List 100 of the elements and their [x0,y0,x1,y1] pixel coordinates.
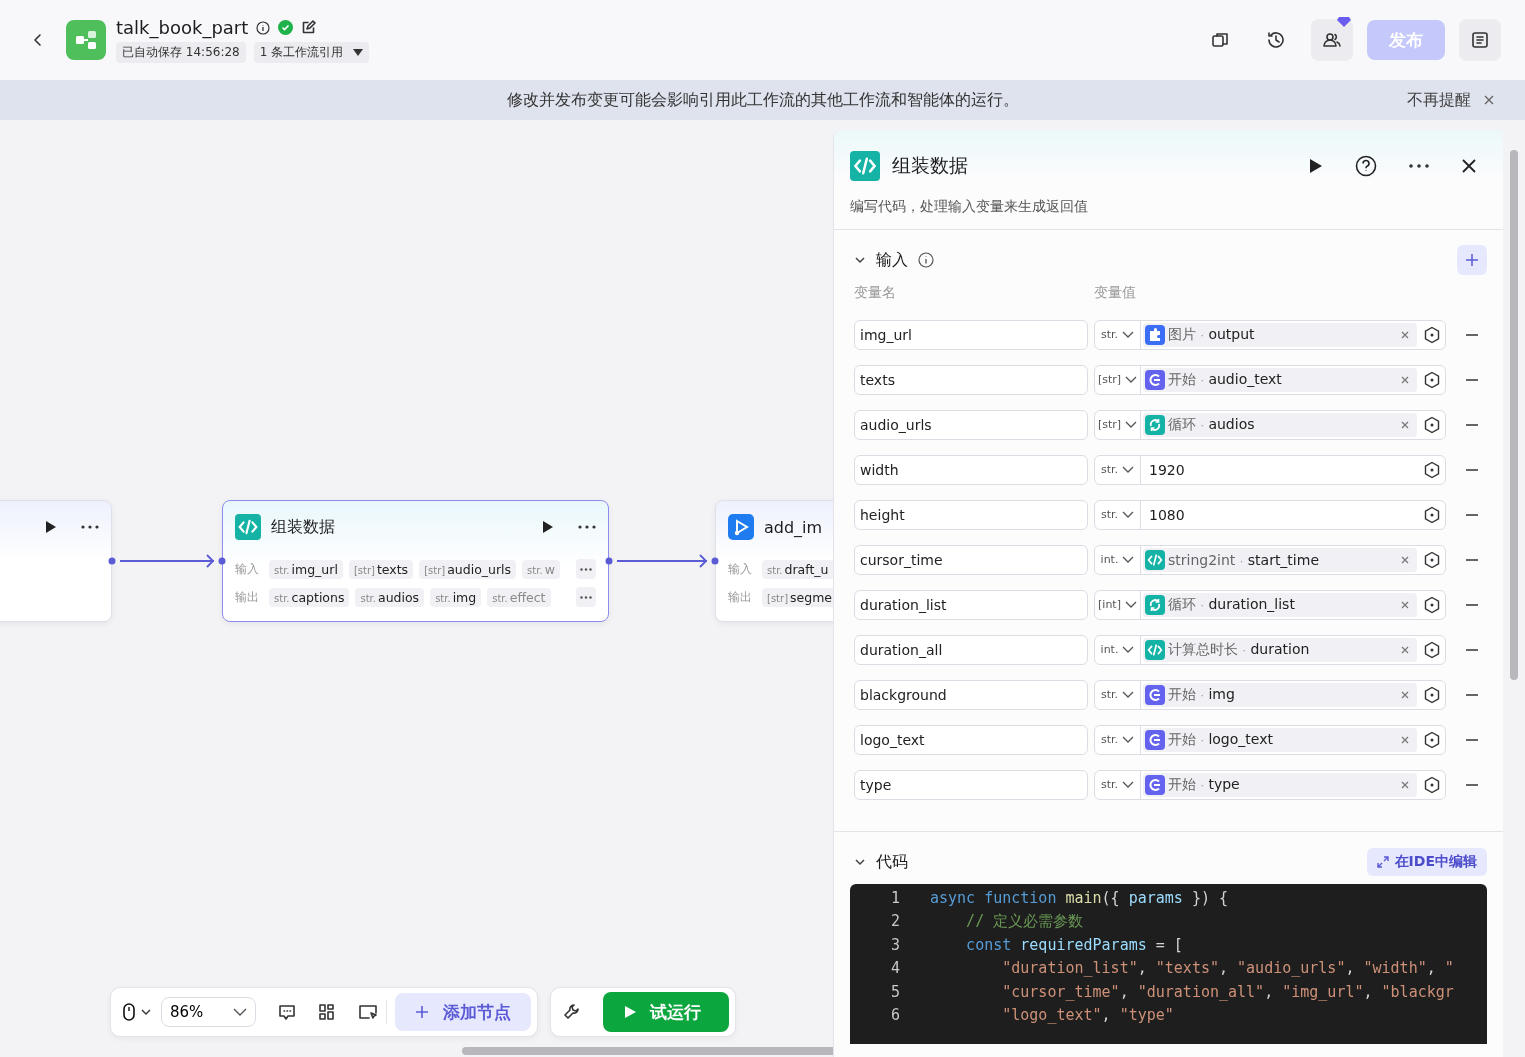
variable-icon[interactable] [1423,325,1441,344]
panel-icon[interactable] [1471,31,1489,49]
reference-chip[interactable]: 计算总时长 · duration [1143,637,1417,662]
name-field[interactable]: texts [854,364,1088,395]
name-field[interactable]: duration_all [854,634,1088,665]
variable-icon[interactable] [1423,415,1441,434]
clear-icon[interactable] [1401,600,1409,609]
value-field[interactable]: str. 图片 · output [1094,319,1446,350]
variable-icon[interactable] [1423,730,1441,749]
value-field[interactable]: str. 开始 · img [1094,679,1446,710]
remove-icon[interactable] [1466,513,1478,516]
close-icon[interactable] [1461,158,1477,174]
remove-icon[interactable] [1466,648,1478,651]
mouse-mode-button[interactable] [123,1003,151,1021]
remove-icon[interactable] [1466,558,1478,561]
name-field[interactable]: height [854,499,1088,530]
more-icon[interactable] [580,567,592,571]
remove-icon[interactable] [1466,333,1478,336]
more-icon[interactable] [81,525,99,529]
comment-icon[interactable] [278,1003,297,1021]
name-field[interactable]: audio_urls [854,409,1088,440]
value-field[interactable]: [str] 循环 · audios [1094,409,1446,440]
clear-icon[interactable] [1401,645,1409,654]
reference-chip[interactable]: 开始 · type [1143,772,1417,797]
name-field[interactable]: duration_list [854,589,1088,620]
value-field[interactable]: str. 开始 · type [1094,769,1446,800]
more-icon[interactable] [1409,164,1429,168]
value-field[interactable]: [str] 开始 · audio_text [1094,364,1446,395]
remove-icon[interactable] [1466,693,1478,696]
clear-icon[interactable] [1401,330,1409,339]
remove-icon[interactable] [1466,603,1478,606]
type-label[interactable]: str. [1100,328,1119,341]
back-icon[interactable] [32,32,44,48]
type-label[interactable]: [str] [1097,373,1122,386]
reference-chip[interactable]: 循环 · duration_list [1143,592,1417,617]
play-icon[interactable] [542,520,554,534]
remove-icon[interactable] [1466,378,1478,381]
clear-icon[interactable] [1401,555,1409,564]
variable-icon[interactable] [1423,550,1441,569]
help-icon[interactable] [1355,155,1377,177]
workflow-node[interactable] [0,500,112,622]
chevron-icon[interactable] [854,254,866,266]
variable-icon[interactable] [1423,505,1441,524]
play-icon[interactable] [1309,158,1323,174]
reference-chip[interactable]: 开始 · logo_text [1143,727,1417,752]
name-field[interactable]: img_url [854,319,1088,350]
dismiss-link[interactable]: 不再提醒 [1407,89,1471,111]
variable-icon[interactable] [1423,370,1441,389]
value-field[interactable]: int. string2int · start_time [1094,544,1446,575]
references-dropdown[interactable]: 1 条工作流引用 [253,42,370,63]
type-label[interactable]: int. [1100,643,1119,656]
workflow-node[interactable]: 组装数据 输入 str. img_url [str] texts [str] audio_urls str. w 输出 str. captions str. audios str. img str. effect [222,500,609,622]
reference-chip[interactable]: 开始 · audio_text [1143,367,1417,392]
type-label[interactable]: str. [1100,508,1119,521]
wrench-icon[interactable] [563,1003,582,1021]
copy-icon[interactable] [1211,31,1229,49]
code-editor[interactable] [850,884,1487,1044]
add-input-button[interactable] [1457,245,1487,275]
reference-chip[interactable]: string2int · start_time [1143,547,1417,572]
type-label[interactable]: str. [1100,463,1119,476]
remove-icon[interactable] [1466,783,1478,786]
clear-icon[interactable] [1401,420,1409,429]
name-field[interactable]: logo_text [854,724,1088,755]
add-node-button[interactable]: 添加节点 [395,993,532,1031]
edit-in-ide-button[interactable]: 在IDE中编辑 [1366,848,1487,876]
history-icon[interactable] [1266,30,1286,50]
clear-icon[interactable] [1401,735,1409,744]
variable-icon[interactable] [1423,460,1441,479]
remove-icon[interactable] [1466,468,1478,471]
reference-chip[interactable]: 图片 · output [1143,322,1417,347]
type-label[interactable]: str. [1100,688,1119,701]
reference-chip[interactable]: 循环 · audios [1143,412,1417,437]
name-field[interactable]: cursor_time [854,544,1088,575]
info-icon[interactable] [256,20,271,35]
name-field[interactable]: width [854,454,1088,485]
name-field[interactable]: blackground [854,679,1088,710]
screen-icon[interactable] [358,1003,379,1021]
clear-icon[interactable] [1401,780,1409,789]
value-field[interactable]: str. 开始 · logo_text [1094,724,1446,755]
name-field[interactable]: type [854,769,1088,800]
type-label[interactable]: [int] [1098,598,1121,611]
variable-icon[interactable] [1423,685,1441,704]
collaborators-button[interactable] [1311,19,1353,61]
zoom-dropdown[interactable]: 86% [161,997,257,1027]
edit-icon[interactable] [301,20,317,35]
vertical-scrollbar[interactable] [1510,150,1518,680]
reference-chip[interactable]: 开始 · img [1143,682,1417,707]
value-field[interactable]: [int] 循环 · duration_list [1094,589,1446,620]
variable-icon[interactable] [1423,595,1441,614]
more-icon[interactable] [580,595,592,599]
chevron-icon[interactable] [854,856,866,868]
type-label[interactable]: str. [1100,778,1119,791]
type-label[interactable]: int. [1100,553,1119,566]
type-label[interactable]: [str] [1097,418,1122,431]
type-label[interactable]: str. [1100,733,1119,746]
remove-icon[interactable] [1466,423,1478,426]
value-field[interactable]: str. 1080 [1094,499,1446,530]
play-icon[interactable] [45,520,57,534]
value-field[interactable]: str. 1920 [1094,454,1446,485]
clear-icon[interactable] [1401,690,1409,699]
